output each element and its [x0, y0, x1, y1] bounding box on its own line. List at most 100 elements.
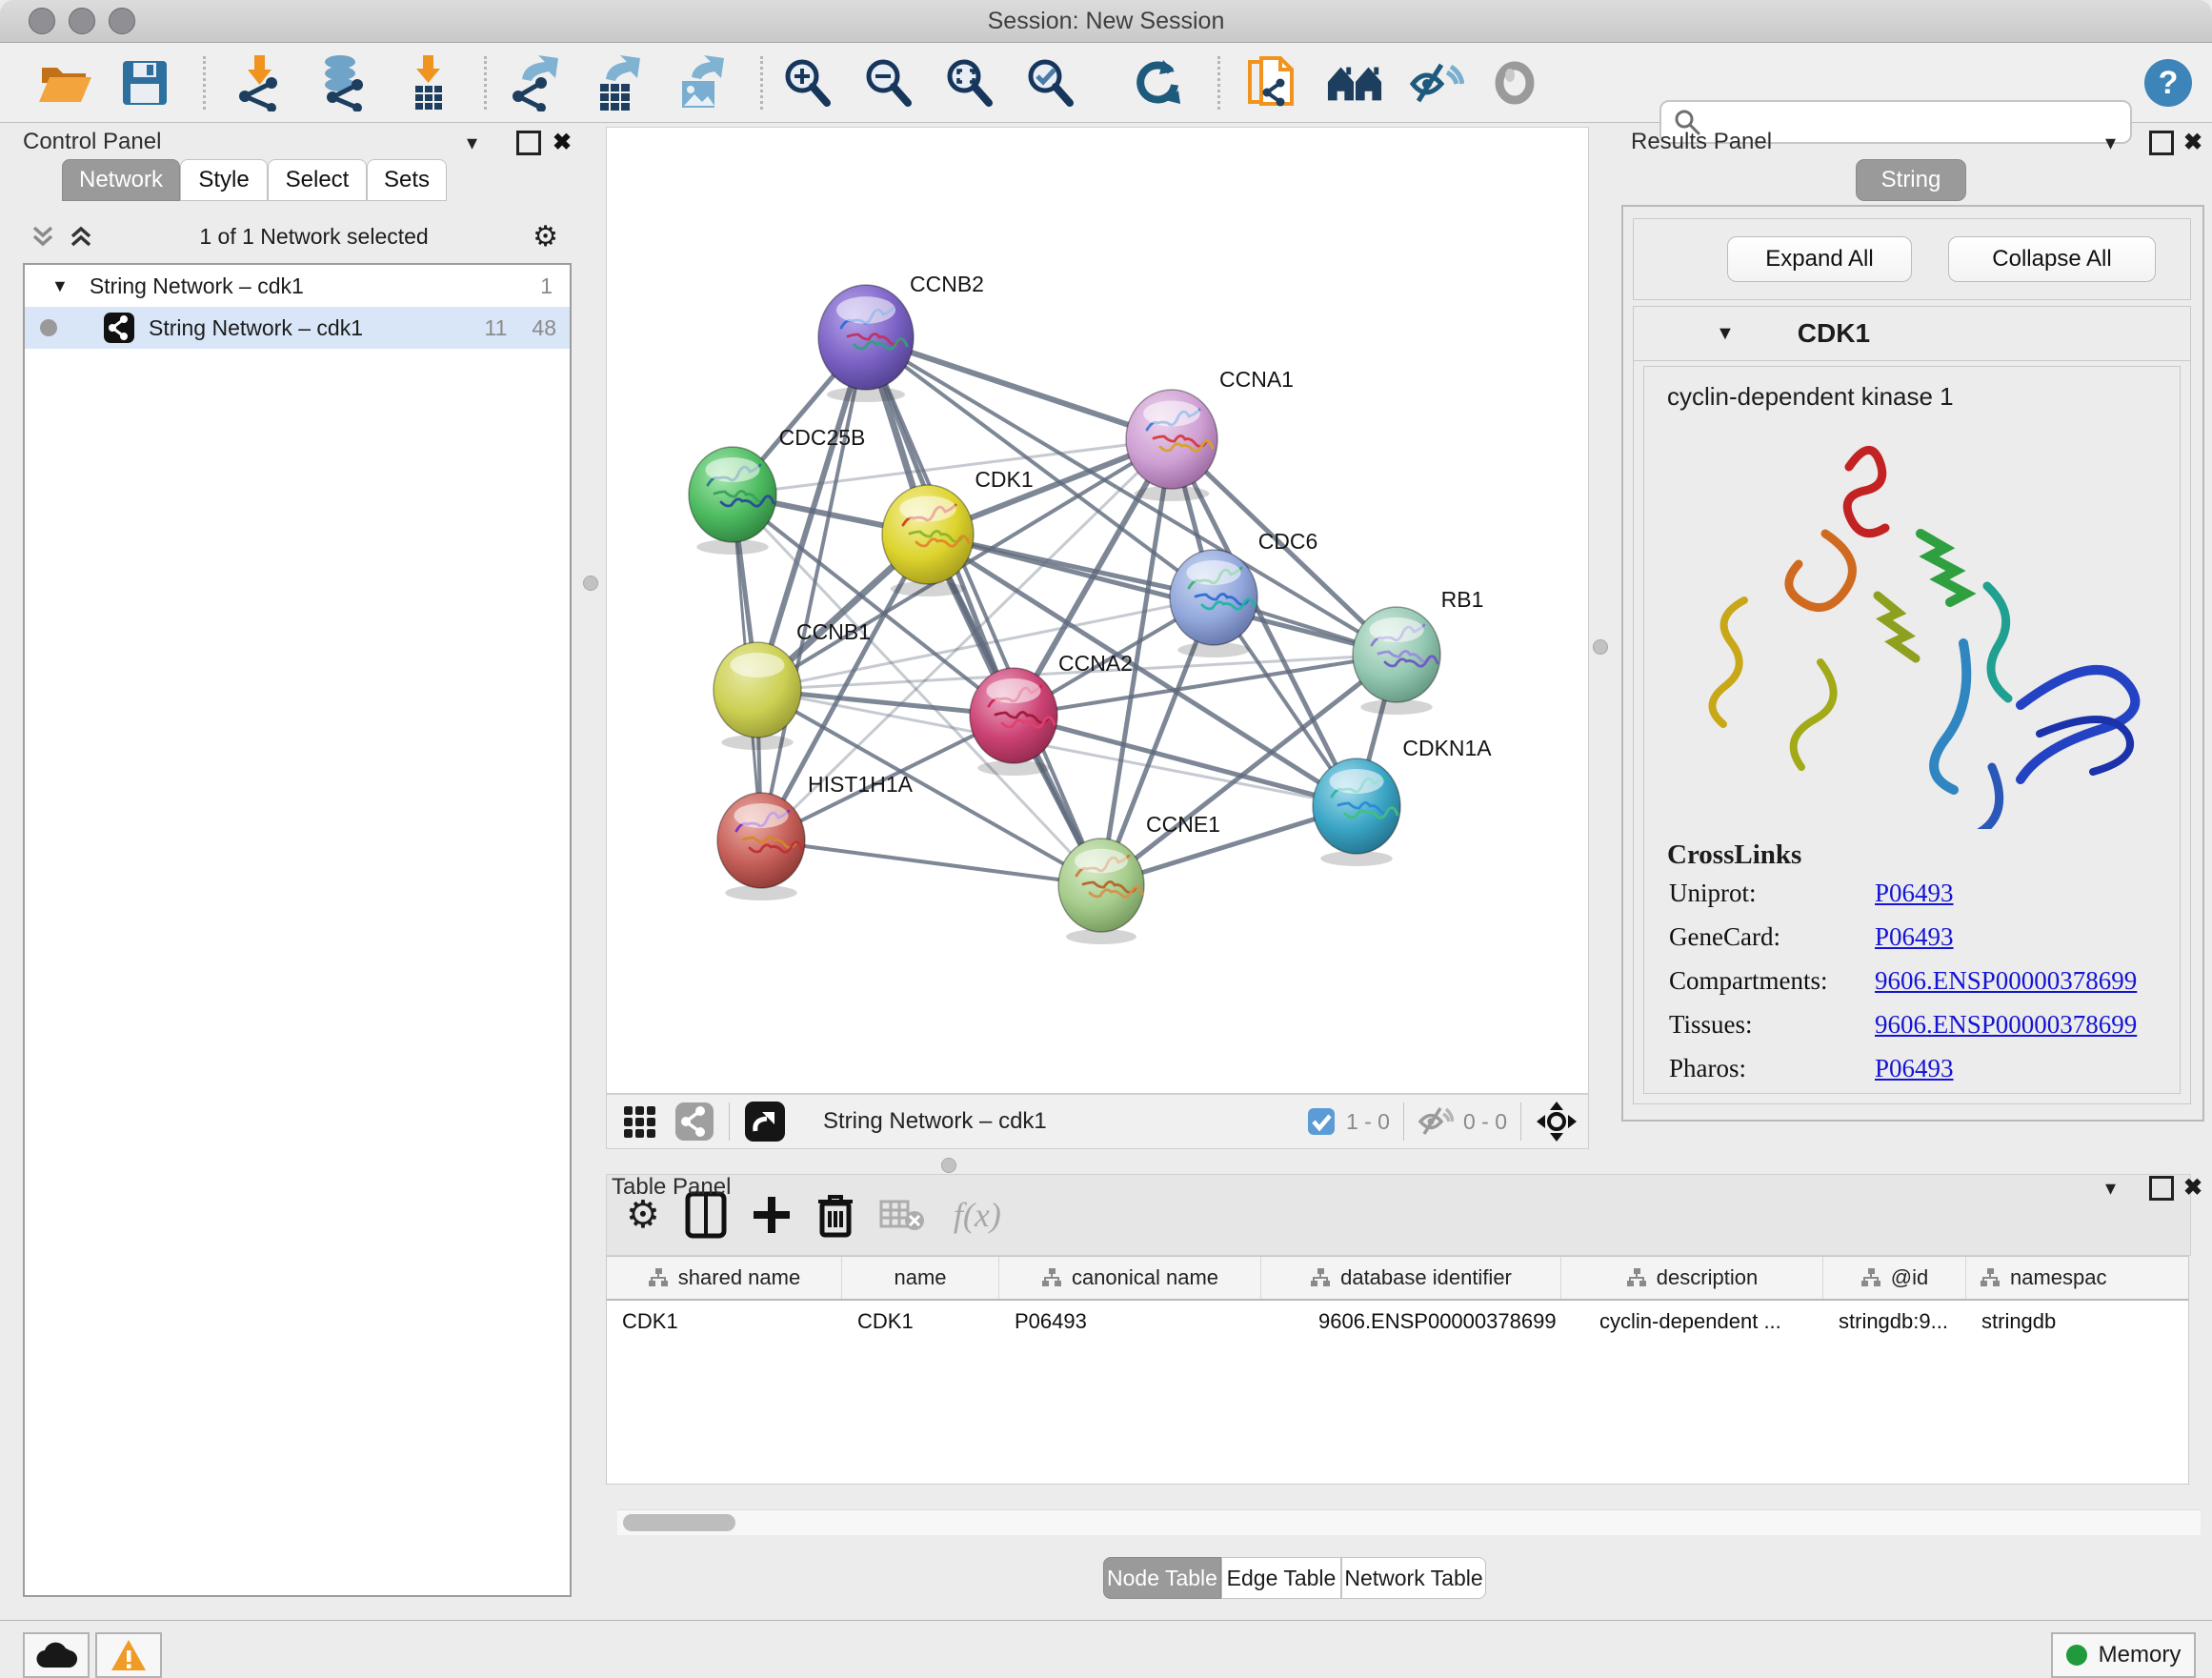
import-network-button[interactable]: [231, 54, 289, 111]
cell-database-identifier[interactable]: 9606.ENSP00000378699: [1261, 1309, 1561, 1334]
cell-id[interactable]: stringdb:9...: [1823, 1309, 1966, 1334]
eye-slash-icon: [1409, 59, 1464, 107]
zoom-selected-button[interactable]: [1022, 54, 1079, 111]
home-button[interactable]: [1326, 54, 1383, 111]
network-collection-row[interactable]: ▼ String Network – cdk1 1: [25, 265, 570, 307]
column-type-icon: [1626, 1267, 1647, 1288]
control-panel-menu-icon[interactable]: ▾: [467, 131, 477, 155]
toolbar-separator: [484, 56, 487, 110]
tab-sets[interactable]: Sets: [367, 159, 447, 201]
horizontal-splitter-handle[interactable]: [941, 1158, 956, 1173]
tab-network[interactable]: Network: [62, 159, 180, 201]
cell-namespace[interactable]: stringdb: [1966, 1309, 2188, 1334]
selected-checkbox-icon[interactable]: [1306, 1106, 1337, 1137]
control-panel-close-icon[interactable]: ✖: [553, 129, 572, 156]
column-header[interactable]: description: [1561, 1257, 1823, 1299]
crosslink-link[interactable]: 9606.ENSP00000378699: [1875, 966, 2137, 996]
delete-table-icon[interactable]: [879, 1198, 925, 1232]
node-table[interactable]: shared name name canonical name database…: [606, 1256, 2189, 1485]
expand-all-button[interactable]: Expand All: [1727, 236, 1912, 282]
column-header[interactable]: namespac: [1966, 1257, 2188, 1299]
cell-name[interactable]: CDK1: [842, 1309, 999, 1334]
column-type-icon: [1310, 1267, 1331, 1288]
network-node-CDKN1A[interactable]: CDKN1A: [1313, 736, 1492, 866]
function-builder-icon[interactable]: f(x): [954, 1195, 1001, 1235]
scrollbar-thumb[interactable]: [623, 1514, 735, 1531]
cell-canonical-name[interactable]: P06493: [999, 1309, 1261, 1334]
highlight-button[interactable]: [1486, 54, 1543, 111]
network-node-CCNE1[interactable]: CCNE1: [1058, 812, 1220, 944]
import-network-icon: [233, 54, 287, 111]
tab-string[interactable]: String: [1856, 159, 1966, 201]
delete-column-icon[interactable]: [816, 1192, 855, 1238]
network-node-CCNB2[interactable]: CCNB2: [818, 272, 984, 402]
network-node-count: 11: [485, 315, 508, 341]
tab-select[interactable]: Select: [268, 159, 367, 201]
network-edge-CDK1-RB1[interactable]: [928, 535, 1397, 655]
table-panel-float-icon[interactable]: [2149, 1176, 2174, 1201]
crosslink-link[interactable]: 9606.ENSP00000378699: [1875, 1010, 2137, 1040]
column-header[interactable]: canonical name: [999, 1257, 1261, 1299]
network-node-RB1[interactable]: RB1: [1353, 587, 1483, 715]
toolbar-separator: [203, 56, 206, 110]
results-panel-menu-icon[interactable]: ▾: [2105, 131, 2116, 155]
left-splitter-handle[interactable]: [583, 576, 598, 591]
zoom-in-button[interactable]: [779, 54, 836, 111]
network-edge-CCNB2-CCNE1[interactable]: [866, 337, 1101, 885]
birdseye-navigator-icon[interactable]: [1535, 1100, 1579, 1143]
network-row[interactable]: String Network – cdk1 11 48: [25, 307, 570, 349]
section-expander-icon[interactable]: ▼: [1716, 323, 1735, 345]
grid-view-icon[interactable]: [622, 1102, 660, 1141]
right-splitter-handle[interactable]: [1593, 639, 1608, 655]
column-header[interactable]: @id: [1823, 1257, 1966, 1299]
network-node-CCNA1[interactable]: CCNA1: [1126, 367, 1294, 501]
refresh-button[interactable]: [1129, 54, 1186, 111]
cell-shared-name[interactable]: CDK1: [607, 1309, 842, 1334]
control-panel-float-icon[interactable]: [516, 131, 541, 155]
collapse-all-icon[interactable]: [29, 222, 57, 251]
results-panel-close-icon[interactable]: ✖: [2183, 129, 2202, 156]
hidden-eye-icon[interactable]: [1418, 1105, 1454, 1138]
crosslink-link[interactable]: P06493: [1875, 922, 1954, 952]
expand-all-icon[interactable]: [67, 222, 95, 251]
zoom-out-button[interactable]: [860, 54, 917, 111]
detach-view-icon[interactable]: [743, 1100, 787, 1143]
tab-network-table[interactable]: Network Table: [1341, 1557, 1486, 1599]
hide-unhide-button[interactable]: [1408, 54, 1465, 111]
add-column-icon[interactable]: [752, 1195, 792, 1235]
cell-description[interactable]: cyclin-dependent ...: [1561, 1309, 1823, 1334]
import-table-button[interactable]: [400, 54, 457, 111]
column-header[interactable]: name: [842, 1257, 999, 1299]
export-image-button[interactable]: [673, 54, 730, 111]
table-settings-gear-icon[interactable]: ⚙: [626, 1196, 660, 1234]
collapse-all-button[interactable]: Collapse All: [1948, 236, 2156, 282]
table-horizontal-scrollbar[interactable]: [617, 1509, 2201, 1535]
tab-style[interactable]: Style: [180, 159, 268, 201]
zoom-fit-button[interactable]: [941, 54, 998, 111]
import-network-from-database-button[interactable]: [314, 54, 372, 111]
crosslink-link[interactable]: P06493: [1875, 879, 1954, 908]
help-button[interactable]: ?: [2140, 54, 2197, 111]
table-panel-menu-icon[interactable]: ▾: [2105, 1176, 2116, 1201]
network-options-gear-icon[interactable]: ⚙: [533, 220, 558, 253]
tree-expander-icon[interactable]: ▼: [51, 276, 69, 296]
network-node-HIST1H1A[interactable]: HIST1H1A: [717, 772, 914, 900]
zoom-fit-icon: [943, 55, 996, 111]
column-header[interactable]: database identifier: [1261, 1257, 1561, 1299]
network-icon-gray[interactable]: [674, 1101, 715, 1142]
tab-node-table[interactable]: Node Table: [1103, 1557, 1221, 1599]
tab-edge-table[interactable]: Edge Table: [1221, 1557, 1341, 1599]
save-session-button[interactable]: [116, 54, 173, 111]
clone-network-button[interactable]: [1243, 54, 1300, 111]
open-session-button[interactable]: [36, 54, 93, 111]
network-edge-HIST1H1A-CCNE1[interactable]: [761, 840, 1101, 885]
gene-section-header[interactable]: ▼ CDK1: [1634, 307, 2190, 361]
table-panel-close-icon[interactable]: ✖: [2183, 1174, 2202, 1202]
export-network-button[interactable]: [507, 54, 564, 111]
table-row[interactable]: CDK1 CDK1 P06493 9606.ENSP00000378699 cy…: [607, 1301, 2188, 1343]
export-table-button[interactable]: [589, 54, 646, 111]
network-canvas[interactable]: CCNB2CCNA1CDC25BCDK1CDC6RB1CCNB1CCNA2CDK…: [606, 127, 1589, 1094]
crosslink-link[interactable]: P06493: [1875, 1054, 1954, 1083]
column-header[interactable]: shared name: [607, 1257, 842, 1299]
results-panel-float-icon[interactable]: [2149, 131, 2174, 155]
